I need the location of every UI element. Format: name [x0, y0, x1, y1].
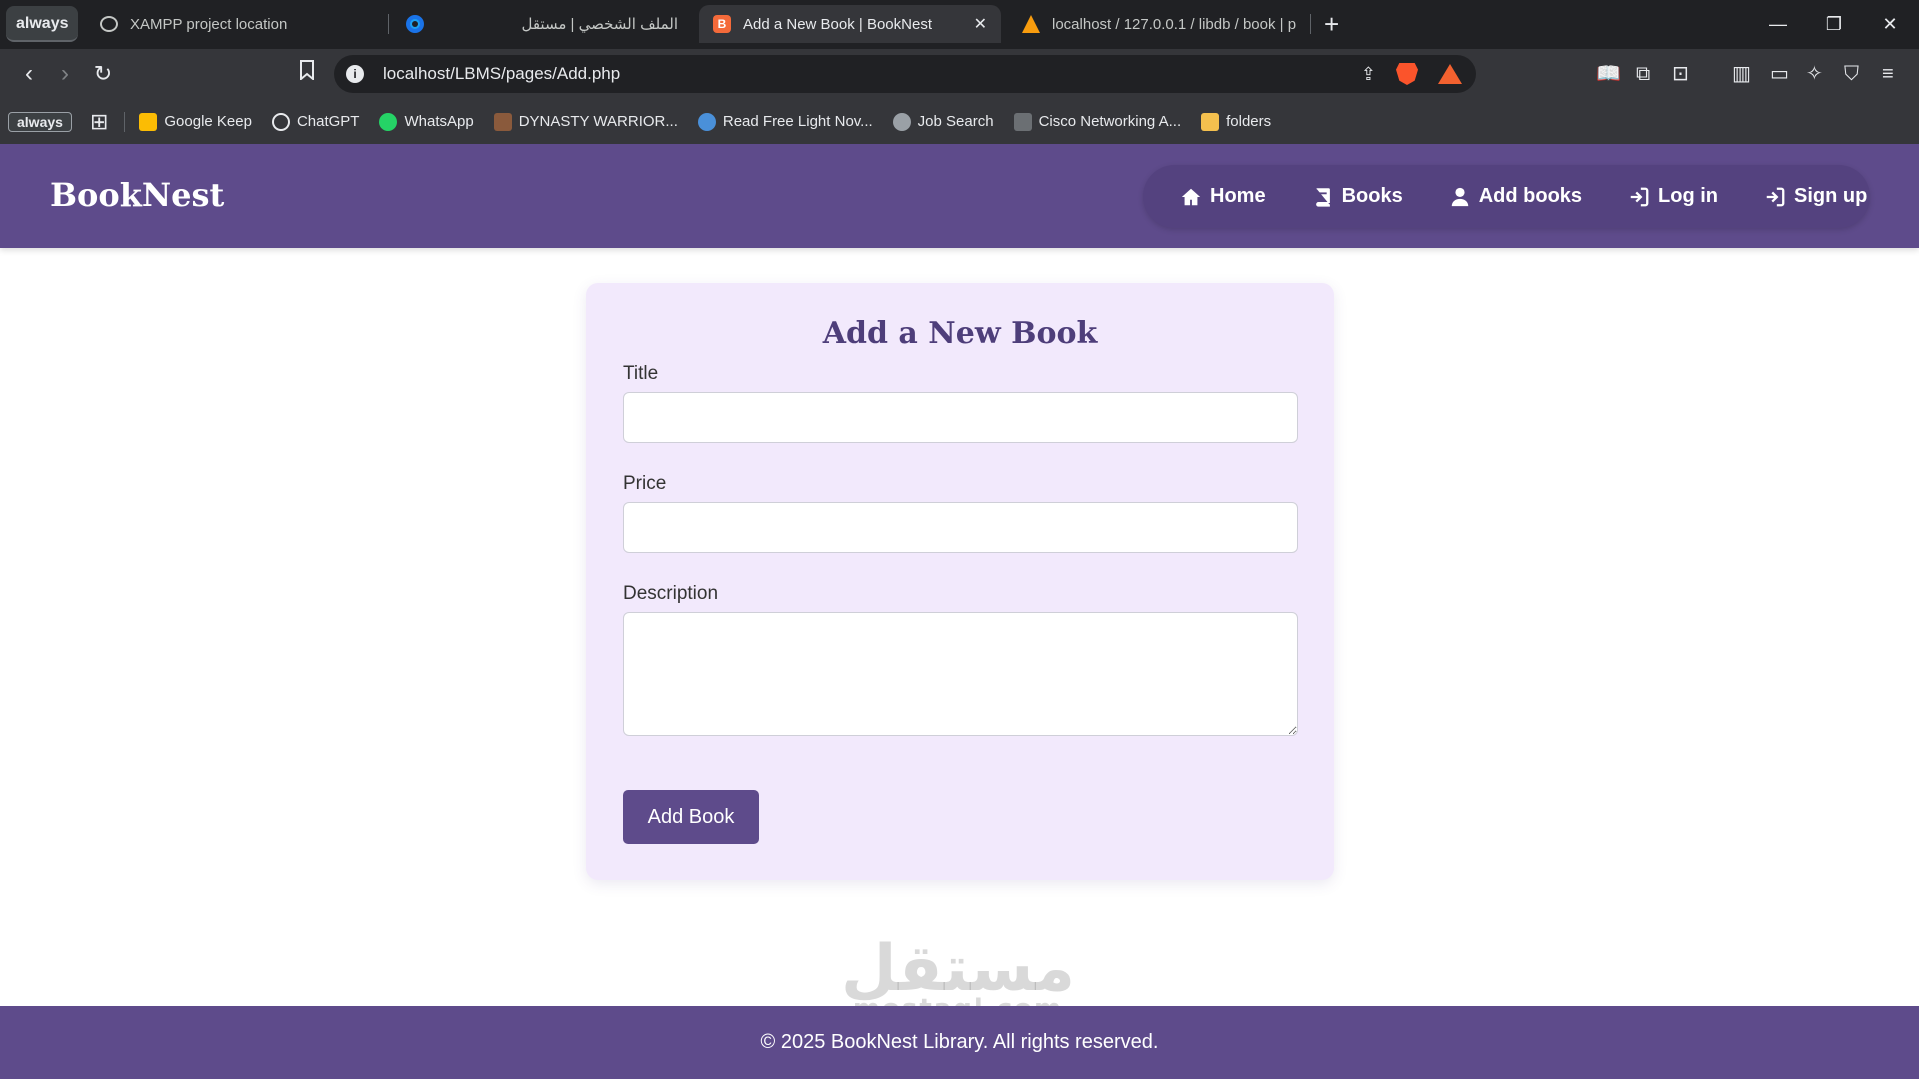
site-footer: © 2025 BookNest Library. All rights rese… — [0, 1006, 1919, 1079]
globe-icon — [892, 112, 911, 131]
circle-icon — [406, 15, 424, 33]
price-input[interactable] — [623, 502, 1298, 553]
site-info-icon[interactable]: i — [346, 65, 364, 83]
tab-phpmyadmin[interactable]: localhost / 127.0.0.1 / libdb / book | p — [1008, 5, 1308, 43]
bookmark-folders[interactable]: folders — [1201, 112, 1271, 131]
bookmark-job-search[interactable]: Job Search — [892, 112, 994, 131]
reader-mode-icon[interactable]: 📖 — [1596, 63, 1621, 85]
restore-button[interactable]: ❐ — [1814, 8, 1854, 40]
browser-toolbar: ‹ › ↻ i localhost/LBMS/pages/Add.php ⇪ 1… — [0, 49, 1919, 99]
bookmarks-bar: always ⊞ Google Keep ChatGPT WhatsApp DY… — [0, 99, 1919, 144]
home-icon — [1181, 188, 1201, 205]
sidebar-icon[interactable]: ▥ — [1732, 63, 1751, 85]
brave-rewards-icon[interactable]: 1 — [1438, 64, 1462, 84]
bookmark-google-keep[interactable]: Google Keep — [139, 112, 252, 131]
tab-title: Add a New Book | BookNest — [743, 15, 932, 33]
nav-books[interactable]: Books — [1312, 185, 1403, 208]
title-label: Title — [623, 363, 659, 384]
browser-chrome: always XAMPP project location الملف الشخ… — [0, 0, 1919, 144]
bookmark-group-always[interactable]: always — [8, 111, 72, 132]
close-tab-icon[interactable]: ✕ — [974, 14, 987, 34]
chatgpt-icon — [100, 16, 118, 32]
chatgpt-icon — [271, 112, 290, 131]
web-page: BookNest Home Books Add books Log in Sig… — [0, 144, 1919, 1079]
booknest-favicon: B — [713, 15, 731, 33]
extensions-icon[interactable]: ⧉ — [1636, 63, 1650, 85]
wallet-icon[interactable]: ▭ — [1770, 63, 1789, 85]
tab-xampp[interactable]: XAMPP project location — [86, 5, 386, 43]
apps-grid-icon[interactable]: ⊞ — [90, 109, 108, 135]
user-icon — [1451, 187, 1468, 206]
new-tab-button[interactable]: + — [1324, 10, 1339, 38]
tab-title: localhost / 127.0.0.1 / libdb / book | p — [1052, 15, 1297, 33]
add-book-form: Add a New Book Title Price Description A… — [586, 283, 1334, 880]
tab-title: الملف الشخصي | مستقل — [521, 16, 678, 33]
url-text[interactable]: localhost/LBMS/pages/Add.php — [383, 64, 620, 84]
leo-ai-icon[interactable]: ✧ — [1806, 63, 1823, 85]
tab-booknest[interactable]: B Add a New Book | BookNest ✕ — [699, 5, 1001, 43]
tab-strip: always XAMPP project location الملف الشخ… — [0, 0, 1919, 49]
main-nav: Home Books Add books Log in Sign up — [1143, 165, 1870, 228]
light-novel-icon — [697, 112, 716, 131]
form-title: Add a New Book — [822, 316, 1098, 351]
title-input[interactable] — [623, 392, 1298, 443]
bookmark-whatsapp[interactable]: WhatsApp — [379, 112, 474, 131]
bookmark-chatgpt[interactable]: ChatGPT — [271, 112, 359, 131]
whatsapp-icon — [379, 112, 398, 131]
price-label: Price — [623, 473, 667, 494]
brave-shields-icon[interactable] — [1396, 63, 1418, 85]
share-icon[interactable]: ⇪ — [1361, 64, 1376, 85]
nav-home[interactable]: Home — [1180, 185, 1266, 208]
address-bar[interactable]: i localhost/LBMS/pages/Add.php ⇪ 1 — [334, 55, 1476, 93]
nav-login[interactable]: Log in — [1628, 185, 1718, 208]
bookmark-dynasty-warriors[interactable]: DYNASTY WARRIOR... — [493, 112, 678, 131]
sign-in-icon — [1630, 187, 1649, 206]
bookmark-cisco[interactable]: Cisco Networking A... — [1013, 112, 1181, 131]
reload-button[interactable]: ↻ — [88, 59, 118, 89]
book-icon — [1315, 187, 1330, 207]
phpmyadmin-icon — [1022, 15, 1040, 33]
description-textarea[interactable] — [623, 612, 1298, 736]
minimize-button[interactable]: — — [1758, 8, 1798, 40]
close-window-button[interactable]: ✕ — [1870, 8, 1910, 40]
forward-button[interactable]: › — [50, 59, 80, 89]
nav-add-books[interactable]: Add books — [1449, 185, 1582, 208]
google-keep-icon — [139, 112, 158, 131]
tab-title: XAMPP project location — [130, 15, 288, 33]
tab-group-label[interactable]: always — [6, 6, 79, 42]
dynasty-warriors-icon — [493, 112, 512, 131]
sign-in-icon — [1766, 187, 1785, 206]
tab-mostaql[interactable]: الملف الشخصي | مستقل — [392, 5, 692, 43]
cisco-icon — [1013, 112, 1032, 131]
menu-icon[interactable]: ≡ — [1882, 63, 1894, 85]
back-button[interactable]: ‹ — [14, 59, 44, 89]
rewards-badge: 1 — [1456, 64, 1462, 70]
bookmark-icon[interactable] — [292, 59, 322, 89]
nav-signup[interactable]: Sign up — [1764, 185, 1867, 208]
screenshot-icon[interactable]: ⊡ — [1672, 63, 1689, 85]
vpn-icon[interactable]: ⛉ — [1844, 63, 1859, 85]
footer-copyright: © 2025 BookNest Library. All rights rese… — [760, 1031, 1159, 1053]
add-book-button[interactable]: Add Book — [623, 790, 759, 844]
folder-icon — [1201, 112, 1220, 131]
site-header: BookNest Home Books Add books Log in Sig… — [0, 144, 1919, 248]
description-label: Description — [623, 583, 719, 604]
site-logo[interactable]: BookNest — [50, 176, 224, 214]
bookmark-light-novels[interactable]: Read Free Light Nov... — [697, 112, 873, 131]
